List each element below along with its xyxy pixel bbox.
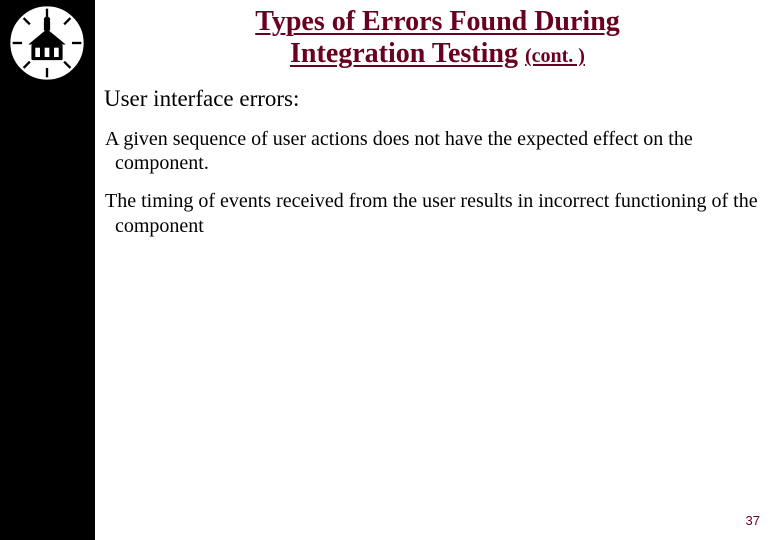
bullet-icon <box>80 92 94 106</box>
bullet-item: User interface errors: <box>80 85 762 113</box>
paragraph-1: A given sequence of user actions does no… <box>115 127 762 176</box>
title-main-text: Integration Testing <box>290 38 518 69</box>
paragraph-2: The timing of events received from the u… <box>115 189 762 238</box>
bullet-heading: User interface errors: <box>104 85 299 113</box>
title-line-2: Integration Testing (cont. ) <box>105 38 770 70</box>
slide-content: User interface errors: A given sequence … <box>95 85 762 238</box>
slide-title: Types of Errors Found During Integration… <box>95 6 780 70</box>
page-number: 37 <box>746 513 760 528</box>
title-line-1: Types of Errors Found During <box>105 6 770 38</box>
title-cont-text: (cont. ) <box>525 45 585 67</box>
university-logo <box>8 4 86 82</box>
